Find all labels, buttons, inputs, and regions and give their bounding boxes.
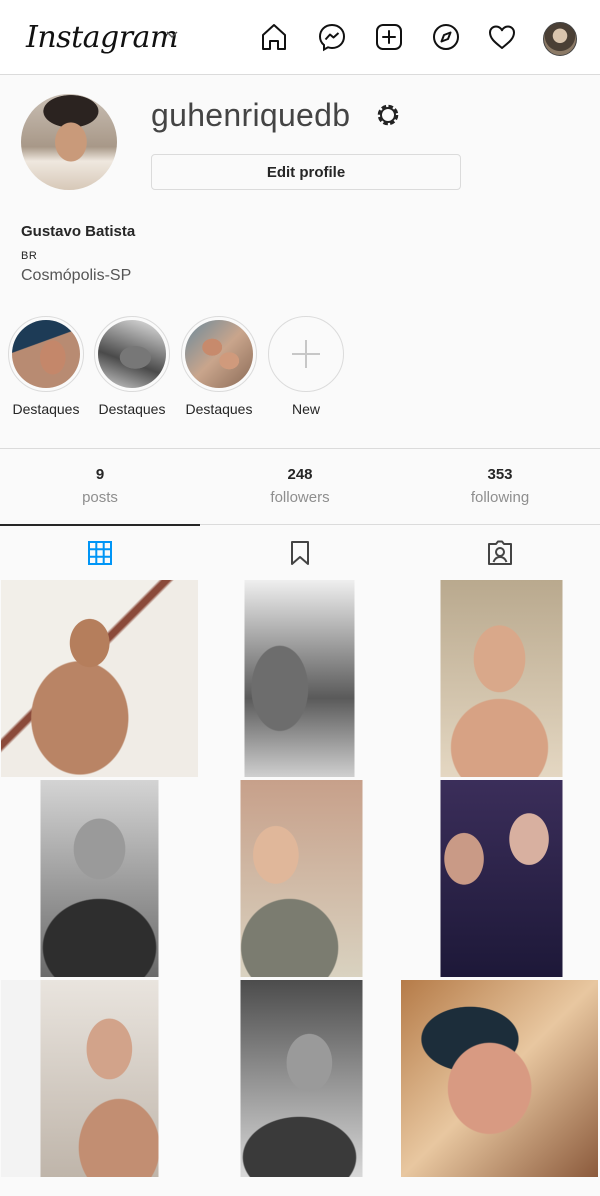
messenger-icon[interactable] <box>317 22 347 52</box>
followers-stat[interactable]: 248 followers <box>200 466 400 506</box>
followers-label: followers <box>270 489 330 506</box>
post-thumbnail[interactable] <box>1 780 198 977</box>
highlight-label: Destaques <box>98 401 166 417</box>
highlight-cover <box>94 316 170 392</box>
post-thumbnail[interactable] <box>1 980 198 1177</box>
posts-grid <box>1 580 599 1177</box>
highlight-label: Destaques <box>12 401 80 417</box>
post-thumbnail[interactable] <box>401 980 598 1177</box>
chevron-down-icon[interactable] <box>166 30 178 40</box>
posts-label: posts <box>82 489 118 506</box>
post-thumbnail[interactable] <box>1 580 198 777</box>
highlight-item[interactable]: Destaques <box>7 316 85 417</box>
instagram-logo[interactable]: Instagram <box>26 20 178 55</box>
following-stat[interactable]: 353 following <box>400 466 600 506</box>
post-thumbnail[interactable] <box>401 580 598 777</box>
plus-icon <box>292 340 320 368</box>
post-thumbnail[interactable] <box>201 580 398 777</box>
profile-avatar-icon[interactable] <box>543 22 577 56</box>
home-icon[interactable] <box>259 22 289 52</box>
stats-divider-top <box>0 448 600 449</box>
posts-grid-icon <box>88 541 112 565</box>
post-thumbnail[interactable] <box>201 980 398 1177</box>
highlight-item[interactable]: Destaques <box>93 316 171 417</box>
full-name: Gustavo Batista <box>21 223 136 240</box>
following-label: following <box>470 489 530 506</box>
edit-profile-button[interactable]: Edit profile <box>151 154 461 190</box>
posts-stat: 9 posts <box>0 466 200 506</box>
bio-location: Cosmópolis-SP <box>21 267 132 284</box>
new-post-icon[interactable] <box>374 22 404 52</box>
posts-count: 9 <box>95 466 105 483</box>
bio-country: BR <box>21 250 38 262</box>
new-highlight-ring <box>268 316 344 392</box>
tagged-icon <box>488 540 512 565</box>
top-nav: Instagram <box>0 0 600 75</box>
explore-icon[interactable] <box>431 22 461 52</box>
tab-saved[interactable] <box>200 526 400 580</box>
post-thumbnail[interactable] <box>201 780 398 977</box>
new-highlight-button[interactable]: New <box>267 316 345 417</box>
followers-count: 248 <box>287 466 313 483</box>
settings-gear-icon[interactable] <box>373 100 403 130</box>
highlight-item[interactable]: Destaques <box>180 316 258 417</box>
tab-posts[interactable] <box>0 526 200 580</box>
saved-icon <box>291 541 309 565</box>
highlight-label: New <box>291 401 320 417</box>
post-thumbnail[interactable] <box>401 780 598 977</box>
tab-tagged[interactable] <box>400 526 600 580</box>
activity-heart-icon[interactable] <box>487 22 517 52</box>
highlight-cover <box>8 316 84 392</box>
highlight-cover <box>181 316 257 392</box>
highlight-label: Destaques <box>185 401 253 417</box>
profile-avatar[interactable] <box>21 94 117 190</box>
username: guhenriquedb <box>151 97 351 133</box>
following-count: 353 <box>487 466 513 483</box>
